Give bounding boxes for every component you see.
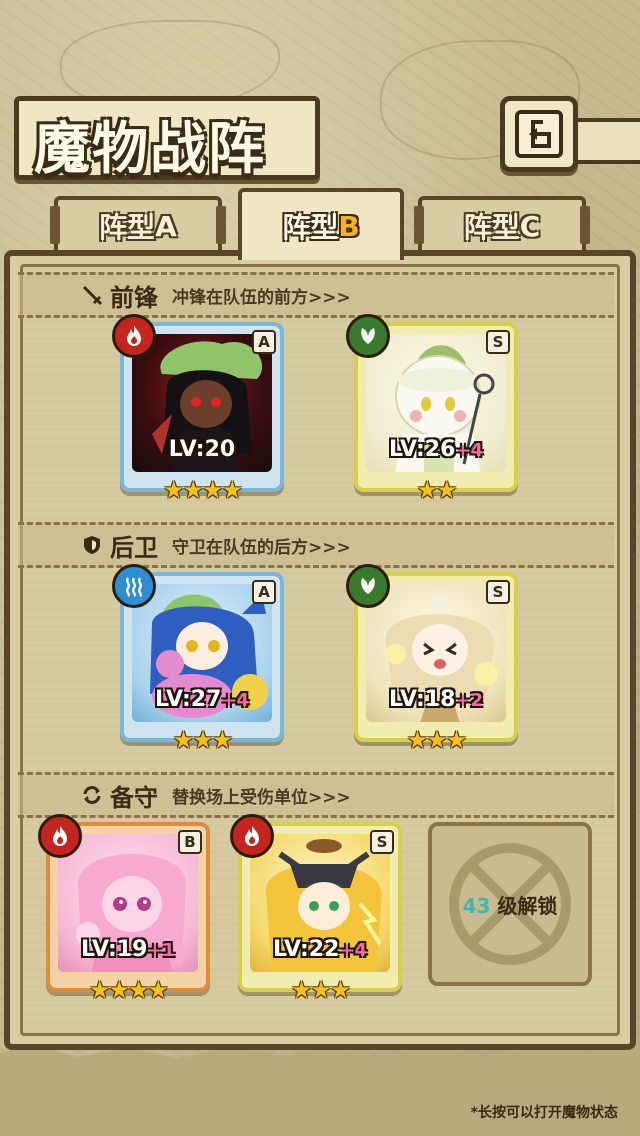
star-rating: ★★★ xyxy=(172,726,234,754)
water-element-icon xyxy=(112,564,156,608)
level-label: LV:22+4 xyxy=(242,937,398,962)
tab-label: 阵型 xyxy=(463,211,520,244)
unlock-requirement: 43 级解锁 xyxy=(463,890,558,919)
tab-suffix: B xyxy=(338,209,360,243)
tab-suffix: A xyxy=(155,209,177,243)
leaf-element-icon xyxy=(346,564,390,608)
back-button[interactable] xyxy=(500,96,578,172)
fire-element-icon xyxy=(112,314,156,358)
level-bonus: +4 xyxy=(221,690,250,711)
level-label: LV:27+4 xyxy=(124,687,280,712)
tab-post xyxy=(414,206,424,244)
level-label: LV:19+1 xyxy=(50,937,206,962)
rank-badge: A xyxy=(252,330,276,354)
star-rating: ★★★★ xyxy=(162,476,243,504)
star-rating: ★★★★ xyxy=(88,976,169,1004)
level-bonus: +1 xyxy=(147,940,176,961)
section-desc: 守卫在队伍的后方>>> xyxy=(172,537,351,558)
sword-icon xyxy=(80,283,104,307)
tab-post xyxy=(216,206,226,244)
level-label: LV:18+2 xyxy=(358,687,514,712)
monster-card-vanguard-2[interactable]: S LV:26+4 ★★ xyxy=(346,314,518,504)
monster-card-rearguard-2[interactable]: S LV:18+2 ★★★ xyxy=(346,564,518,754)
section-vanguard-header: 前锋 冲锋在队伍的前方>>> xyxy=(18,272,614,318)
unlock-level: 43 xyxy=(462,893,491,918)
monster-card-reserve-1[interactable]: B LV:19+1 ★★★★ xyxy=(38,814,210,1004)
fire-element-icon xyxy=(230,814,274,858)
level-bonus: +4 xyxy=(339,940,368,961)
tab-post xyxy=(50,206,60,244)
torn-paper-edge xyxy=(0,1044,640,1136)
monster-card-rearguard-1[interactable]: A LV:27+4 ★★★ xyxy=(112,564,284,754)
level-bonus: +4 xyxy=(455,440,484,461)
tab-formation-b[interactable]: 阵型 B xyxy=(238,188,404,260)
star-rating: ★★ xyxy=(416,476,457,504)
section-desc: 替换场上受伤单位>>> xyxy=(172,787,351,808)
tab-formation-c[interactable]: 阵型 C xyxy=(414,196,590,252)
rank-badge: B xyxy=(178,830,202,854)
tab-post xyxy=(580,206,590,244)
level-label: LV:26+4 xyxy=(358,437,514,462)
section-reserve-header: 备守 替换场上受伤单位>>> xyxy=(18,772,614,818)
level-value: LV:18 xyxy=(388,687,456,712)
back-arrow-icon xyxy=(515,110,563,158)
section-rearguard-header: 后卫 守卫在队伍的后方>>> xyxy=(18,522,614,568)
tab-suffix: C xyxy=(519,209,541,243)
page-title: 魔物战阵 xyxy=(34,117,266,182)
shield-icon xyxy=(80,533,104,557)
rank-badge: S xyxy=(486,580,510,604)
level-bonus: +2 xyxy=(455,690,484,711)
rank-badge: S xyxy=(486,330,510,354)
monster-card-reserve-2[interactable]: S LV:22+4 ★★★ xyxy=(230,814,402,1004)
level-value: LV:27 xyxy=(154,687,222,712)
unlock-label: 级解锁 xyxy=(497,893,558,918)
section-title: 后卫 xyxy=(110,533,158,562)
tab-label: 阵型 xyxy=(282,211,339,244)
tab-label: 阵型 xyxy=(99,211,156,244)
section-title: 前锋 xyxy=(110,283,158,312)
leaf-element-icon xyxy=(346,314,390,358)
star-rating: ★★★ xyxy=(406,726,468,754)
fire-element-icon xyxy=(38,814,82,858)
rank-badge: A xyxy=(252,580,276,604)
level-label: LV:20 xyxy=(124,437,280,462)
level-value: LV:22 xyxy=(272,937,340,962)
level-value: LV:20 xyxy=(168,437,236,462)
hint-text: *长按可以打开魔物状态 xyxy=(470,1105,618,1121)
section-desc: 冲锋在队伍的前方>>> xyxy=(172,287,351,308)
section-title: 备守 xyxy=(110,783,158,812)
star-rating: ★★★ xyxy=(290,976,352,1004)
level-value: LV:19 xyxy=(80,937,148,962)
monster-card-vanguard-1[interactable]: A LV:20 ★★★★ xyxy=(112,314,284,504)
level-value: LV:26 xyxy=(388,437,456,462)
tab-formation-a[interactable]: 阵型 A xyxy=(50,196,226,252)
locked-slot[interactable]: 43 级解锁 xyxy=(428,822,592,986)
swap-icon xyxy=(80,783,104,807)
rank-badge: S xyxy=(370,830,394,854)
